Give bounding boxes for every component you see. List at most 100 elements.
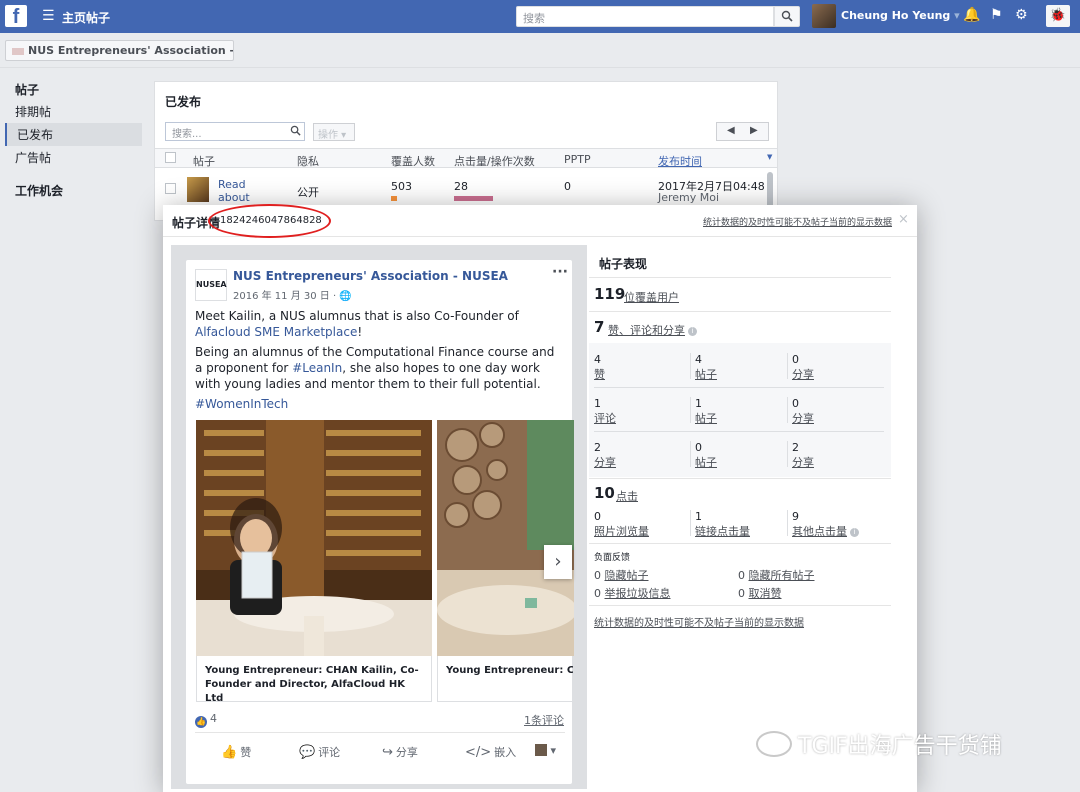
- column-header-privacy[interactable]: 隐私: [297, 153, 319, 169]
- divider: [0, 67, 1080, 68]
- info-icon[interactable]: i: [850, 528, 859, 537]
- clicks-bar: [454, 196, 493, 201]
- post-thumbnail: [187, 177, 209, 202]
- divider: [690, 510, 691, 536]
- clicks-label[interactable]: 点击: [616, 488, 638, 504]
- divider: [589, 277, 891, 278]
- search-input[interactable]: 搜索: [516, 6, 774, 27]
- avatar: [535, 744, 547, 756]
- post-date[interactable]: 2016 年 11 月 30 日 · 🌐: [233, 287, 352, 302]
- breakdown-number: 0: [792, 353, 799, 366]
- watermark: TGIF出海广告干货铺: [756, 728, 1002, 760]
- divider: [690, 441, 691, 467]
- privacy-value: 公开: [297, 186, 319, 199]
- embed-button[interactable]: </> 嵌入: [465, 744, 516, 760]
- breakdown-label[interactable]: 赞: [594, 366, 605, 382]
- engagement-label[interactable]: 赞、评论和分享 i: [608, 322, 697, 338]
- more-options-icon[interactable]: ···: [552, 264, 568, 280]
- sidebar-section-posts[interactable]: 帖子: [5, 78, 142, 100]
- other-clicks-label[interactable]: 其他点击量 i: [792, 523, 859, 539]
- carousel-caption-1[interactable]: Young Entrepreneur: CHAN Kailin, Co-Foun…: [196, 656, 432, 704]
- post-author[interactable]: NUS Entrepreneurs' Association - NUSEA: [233, 269, 508, 283]
- page-selector[interactable]: NUS Entrepreneurs' Association - NU ▾: [5, 40, 234, 61]
- breakdown-number: 0: [695, 441, 702, 454]
- select-all-checkbox[interactable]: [165, 152, 176, 163]
- gear-icon[interactable]: ⚙: [1015, 7, 1028, 23]
- next-page-button[interactable]: ▶: [750, 125, 758, 136]
- breakdown-label[interactable]: 分享: [792, 454, 814, 470]
- like-button[interactable]: 👍 赞: [221, 744, 251, 760]
- divider: [589, 605, 891, 606]
- carousel-image-1[interactable]: [196, 420, 432, 656]
- sidebar-item-ads[interactable]: 广告帖: [5, 146, 142, 169]
- clicks-number: 10: [594, 484, 615, 502]
- page-title: 主页帖子: [62, 11, 111, 25]
- audience-selector[interactable]: ▾: [535, 744, 556, 757]
- carousel-image-2[interactable]: [437, 420, 574, 656]
- column-header-post[interactable]: 帖子: [193, 153, 215, 169]
- divider: [787, 441, 788, 467]
- prev-page-button[interactable]: ◀: [727, 125, 735, 136]
- bell-icon[interactable]: 🔔: [963, 7, 980, 23]
- divider: [589, 311, 891, 312]
- breakdown-label[interactable]: 帖子: [695, 366, 717, 382]
- sort-arrow-icon: ▼: [767, 153, 773, 161]
- operations-dropdown[interactable]: 操作 ▾: [313, 123, 355, 141]
- comment-count[interactable]: 1条评论: [524, 712, 564, 728]
- share-icon: ↪: [382, 745, 393, 760]
- hide-post-stat[interactable]: 0 隐藏帖子: [594, 567, 649, 583]
- posts-search-input[interactable]: 搜索...: [165, 122, 305, 141]
- post-details-dialog: 帖子详情 1824246047864828 统计数据的及时性可能不及帖子当前的显…: [163, 204, 917, 792]
- photo-views-label[interactable]: 照片浏览量: [594, 523, 649, 539]
- data-disclaimer-link[interactable]: 统计数据的及时性可能不及帖子当前的显示数据: [703, 215, 892, 228]
- report-spam-stat[interactable]: 0 举报垃圾信息: [594, 585, 671, 601]
- post-title-link[interactable]: Read about what Andre: [218, 178, 278, 204]
- comment-button[interactable]: 💬 评论: [299, 744, 340, 760]
- post-paragraph-1: Meet Kailin, a NUS alumnus that is also …: [195, 309, 519, 339]
- author-value[interactable]: Jeremy Moi: [658, 191, 719, 204]
- breakdown-label[interactable]: 帖子: [695, 410, 717, 426]
- column-header-reach[interactable]: 覆盖人数: [391, 153, 435, 169]
- user-name[interactable]: Cheung Ho Yeung ▾: [841, 9, 960, 22]
- womenintech-hashtag[interactable]: #WomenInTech: [195, 396, 565, 412]
- column-header-published-time[interactable]: 发布时间: [658, 153, 702, 169]
- close-icon[interactable]: ×: [898, 212, 909, 227]
- highlight-circle: [208, 204, 331, 238]
- row-checkbox[interactable]: [165, 183, 176, 194]
- breakdown-number: 4: [695, 353, 702, 366]
- breakdown-label[interactable]: 分享: [792, 410, 814, 426]
- search-button[interactable]: [774, 6, 800, 27]
- carousel-next-button[interactable]: ›: [544, 545, 572, 579]
- link-clicks-label[interactable]: 链接点击量: [695, 523, 750, 539]
- divider: [594, 387, 884, 388]
- carousel-caption-2[interactable]: Young Entrepreneur: CHAN Kailin, Co-Foun…: [437, 656, 574, 702]
- sidebar-section-jobs[interactable]: 工作机会: [5, 179, 142, 201]
- column-header-pptp[interactable]: PPTP: [564, 153, 591, 166]
- menu-icon[interactable]: ☰: [42, 8, 55, 24]
- page-avatar[interactable]: NUSEA: [195, 269, 227, 301]
- breakdown-label[interactable]: 分享: [594, 454, 616, 470]
- divider: [690, 397, 691, 423]
- data-disclaimer-link[interactable]: 统计数据的及时性可能不及帖子当前的显示数据: [594, 614, 804, 629]
- bug-icon[interactable]: 🐞: [1046, 5, 1070, 27]
- share-button[interactable]: ↪ 分享: [382, 744, 418, 760]
- unlike-stat[interactable]: 0 取消赞: [738, 585, 782, 601]
- divider: [594, 431, 884, 432]
- flag-icon[interactable]: ⚑: [990, 7, 1003, 23]
- breakdown-number: 4: [594, 353, 601, 366]
- sidebar-item-published[interactable]: 已发布: [5, 123, 142, 146]
- link-clicks-number: 1: [695, 510, 702, 523]
- breakdown-label[interactable]: 分享: [792, 366, 814, 382]
- info-icon[interactable]: i: [688, 327, 697, 336]
- user-avatar[interactable]: [812, 4, 836, 28]
- alfacloud-link[interactable]: Alfacloud SME Marketplace: [195, 325, 357, 339]
- breakdown-label[interactable]: 帖子: [695, 454, 717, 470]
- like-count[interactable]: 👍 4: [195, 712, 217, 728]
- facebook-logo[interactable]: f: [5, 5, 27, 27]
- reach-label[interactable]: 位覆盖用户: [624, 289, 679, 305]
- sidebar-item-scheduled[interactable]: 排期帖: [5, 100, 142, 123]
- hide-all-posts-stat[interactable]: 0 隐藏所有帖子: [738, 567, 815, 583]
- column-header-clicks[interactable]: 点击量/操作次数: [454, 153, 535, 169]
- leanin-hashtag[interactable]: #LeanIn: [292, 361, 342, 375]
- breakdown-label[interactable]: 评论: [594, 410, 616, 426]
